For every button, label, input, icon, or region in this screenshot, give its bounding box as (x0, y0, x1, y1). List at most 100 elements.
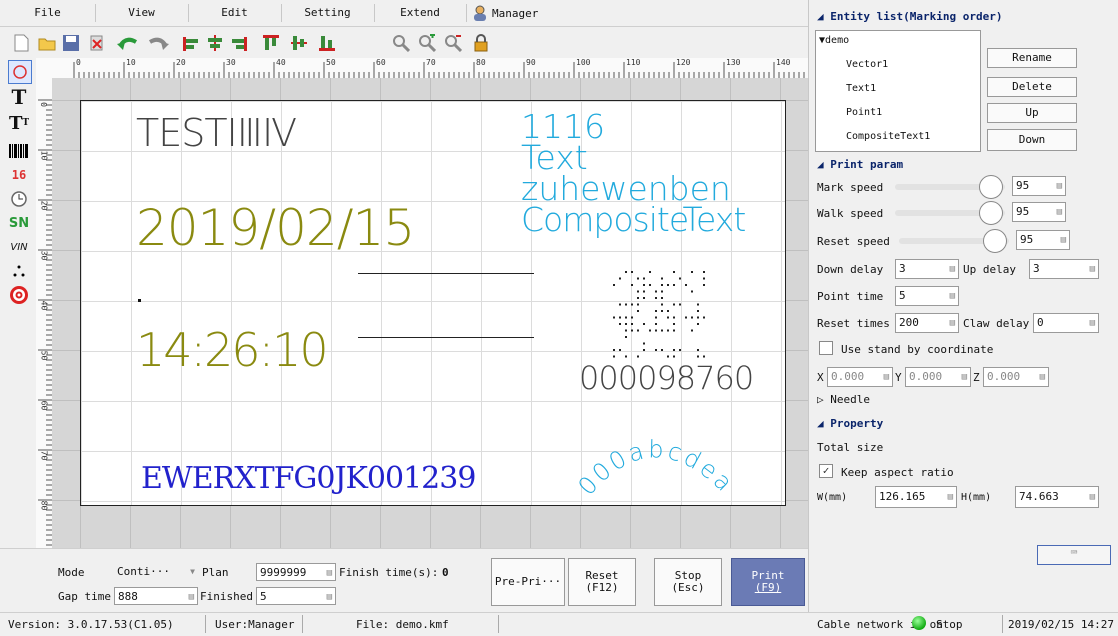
spinner-icon[interactable]: ▤ (1057, 177, 1062, 195)
spinner-icon[interactable]: ▤ (948, 487, 953, 507)
entity-item[interactable]: Point1 (846, 107, 882, 118)
gap-time-input[interactable]: 888 ▤ (114, 587, 198, 605)
serial-number-tool-icon[interactable]: SN (8, 212, 30, 234)
serial-entity[interactable]: EWERXTFG0JK001239 (141, 461, 476, 496)
open-folder-icon[interactable] (38, 34, 56, 52)
align-middle-icon[interactable] (290, 34, 308, 52)
z-coordinate-input[interactable]: 0.000 ▤ (983, 367, 1049, 387)
pre-print-button[interactable]: Pre-Pri··· (491, 558, 565, 606)
zoom-icon[interactable] (392, 34, 410, 52)
spinner-icon[interactable]: ▤ (950, 260, 955, 278)
x-coordinate-input[interactable]: 0.000 ▤ (827, 367, 893, 387)
redo-icon[interactable] (146, 34, 170, 52)
marking-canvas[interactable]: TESTIⅢⅣ 2019/02/15 14:26:10 EWERXTFG0JK0… (80, 100, 786, 506)
ellipse-tool-icon[interactable] (8, 60, 32, 84)
menu-view[interactable]: View (95, 4, 189, 22)
vector-line[interactable] (358, 337, 534, 338)
spinner-icon[interactable]: ▤ (189, 588, 194, 606)
y-coordinate-input[interactable]: 0.000 ▤ (905, 367, 971, 387)
plan-input[interactable]: 9999999 ▤ (256, 563, 336, 581)
number-tool-icon[interactable]: 16 (8, 164, 30, 186)
barcode-number[interactable]: 000098760 (579, 359, 754, 397)
point-entity[interactable] (138, 299, 141, 302)
vector-line[interactable] (358, 273, 534, 274)
delete-button[interactable]: Delete (987, 77, 1077, 97)
entity-item[interactable]: CompositeText1 (846, 131, 930, 142)
reset-button[interactable]: Reset (F12) (568, 558, 636, 606)
walk-speed-input[interactable]: 95 ▤ (1012, 202, 1066, 222)
zoom-out-icon[interactable] (444, 34, 462, 52)
text-entity[interactable]: TESTIⅢⅣ (136, 111, 297, 155)
align-center-icon[interactable] (206, 34, 224, 52)
arc-text-entity[interactable]: 000abcdea (571, 431, 741, 501)
align-top-icon[interactable] (262, 34, 280, 52)
down-button[interactable]: Down (987, 129, 1077, 151)
spinner-icon[interactable]: ▤ (950, 287, 955, 305)
print-button[interactable]: Print (F9) (731, 558, 805, 606)
keep-aspect-checkbox[interactable]: ✓ (819, 464, 833, 478)
reset-speed-input[interactable]: 95 ▤ (1016, 230, 1070, 250)
up-button[interactable]: Up (987, 103, 1077, 123)
dots-tool-icon[interactable] (8, 260, 30, 282)
date-entity[interactable]: 2019/02/15 (136, 199, 415, 257)
spinner-icon[interactable]: ▤ (1090, 314, 1095, 332)
target-tool-icon[interactable] (8, 284, 30, 306)
time-entity[interactable]: 14:26:10 (136, 323, 329, 377)
composite-line-4[interactable]: CompositeText (521, 203, 746, 236)
spinner-icon[interactable]: ▤ (1040, 368, 1045, 386)
align-left-icon[interactable] (182, 34, 200, 52)
spinner-icon[interactable]: ▤ (884, 368, 889, 386)
height-input[interactable]: 74.663 ▤ (1015, 486, 1099, 508)
vin-tool-icon[interactable]: VIN (8, 236, 30, 258)
menu-edit[interactable]: Edit (188, 4, 282, 22)
stop-button[interactable]: Stop (Esc) (654, 558, 722, 606)
lock-icon[interactable] (472, 34, 490, 52)
mark-speed-input[interactable]: 95 ▤ (1012, 176, 1066, 196)
menu-setting[interactable]: Setting (281, 4, 375, 22)
delete-icon[interactable] (88, 34, 106, 52)
save-icon[interactable] (62, 34, 80, 52)
undo-icon[interactable] (116, 34, 140, 52)
reset-times-input[interactable]: 200 ▤ (895, 313, 959, 333)
new-file-icon[interactable] (12, 34, 30, 52)
spinner-icon[interactable]: ▤ (1057, 203, 1062, 221)
mark-speed-knob[interactable] (979, 175, 1003, 199)
finished-input[interactable]: 5 ▤ (256, 587, 336, 605)
entity-item[interactable]: Text1 (846, 83, 876, 94)
needle-expander[interactable]: ▷ Needle (817, 393, 870, 406)
rename-button[interactable]: Rename (987, 48, 1077, 68)
reset-speed-knob[interactable] (983, 229, 1007, 253)
width-input[interactable]: 126.165 ▤ (875, 486, 957, 508)
spinner-icon[interactable]: ▤ (327, 588, 332, 606)
spinner-icon[interactable]: ▤ (950, 314, 955, 332)
spinner-icon[interactable]: ▤ (1090, 487, 1095, 507)
entity-tree[interactable]: ▼demo Vector1 Text1 Point1 CompositeText… (815, 30, 981, 152)
manager-menu[interactable]: Manager (472, 4, 538, 22)
menu-file[interactable]: File (0, 4, 96, 22)
tree-root[interactable]: ▼demo (819, 35, 849, 46)
claw-delay-input[interactable]: 0 ▤ (1033, 313, 1099, 333)
down-delay-input[interactable]: 3 ▤ (895, 259, 959, 279)
dot-matrix-code[interactable] (613, 271, 713, 363)
up-delay-input[interactable]: 3 ▤ (1029, 259, 1099, 279)
zoom-in-icon[interactable] (418, 34, 436, 52)
entity-item[interactable]: Vector1 (846, 59, 888, 70)
mode-select[interactable]: Conti··· ▼ (114, 563, 198, 581)
spinner-icon[interactable]: ▤ (327, 564, 332, 582)
spinner-icon[interactable]: ▤ (1090, 260, 1095, 278)
property-header[interactable]: ◢ Property (817, 417, 883, 430)
spinner-icon[interactable]: ▤ (962, 368, 967, 386)
spinner-icon[interactable]: ▤ (1061, 231, 1066, 249)
text-size-tool-icon[interactable]: TT (8, 112, 30, 134)
point-time-input[interactable]: 5 ▤ (895, 286, 959, 306)
entity-list-header[interactable]: ◢ Entity list(Marking order) (817, 10, 1002, 23)
keyboard-button[interactable]: ⌨ (1037, 545, 1111, 565)
walk-speed-knob[interactable] (979, 201, 1003, 225)
standby-checkbox[interactable] (819, 341, 833, 355)
align-right-icon[interactable] (230, 34, 248, 52)
text-tool-icon[interactable]: T (8, 85, 30, 109)
print-param-header[interactable]: ◢ Print param (817, 158, 903, 171)
align-bottom-icon[interactable] (318, 34, 336, 52)
clock-tool-icon[interactable] (8, 188, 30, 210)
barcode-tool-icon[interactable] (8, 140, 30, 162)
